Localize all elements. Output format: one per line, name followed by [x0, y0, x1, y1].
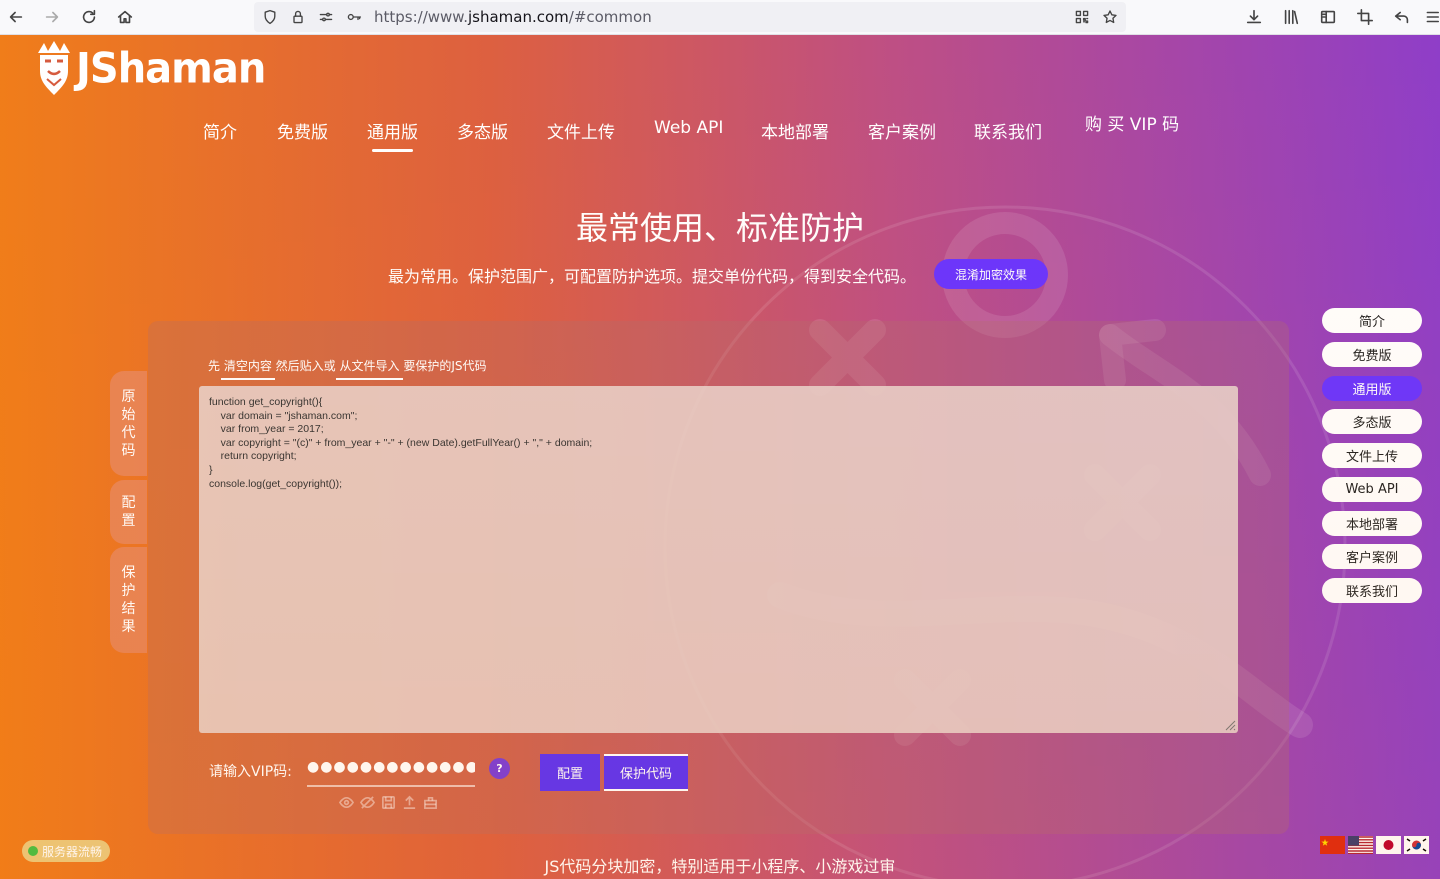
- hide-code-eye-icon[interactable]: [360, 795, 375, 810]
- clear-content-link[interactable]: 清空内容: [224, 359, 272, 373]
- upload-icon[interactable]: [402, 795, 417, 810]
- home-icon[interactable]: [112, 4, 138, 30]
- nav-item-contact[interactable]: 联系我们: [974, 118, 1042, 143]
- qr-code-icon[interactable]: [1072, 7, 1092, 27]
- resize-handle-icon[interactable]: [1224, 719, 1236, 731]
- right-nav-polymorphic[interactable]: 多态版: [1322, 409, 1422, 434]
- footer-tagline: JS代码分块加密，特别适用于小程序、小游戏过审: [544, 857, 896, 876]
- bookmark-star-icon[interactable]: [1100, 7, 1120, 27]
- right-nav-contact[interactable]: 联系我们: [1322, 578, 1422, 603]
- nav-item-web-api[interactable]: Web API: [654, 118, 723, 138]
- vip-code-label: 请输入VIP码:: [209, 764, 292, 780]
- nav-item-buy-vip[interactable]: 购 买 VIP 码: [1085, 110, 1179, 135]
- nav-item-free[interactable]: 免费版: [277, 118, 328, 143]
- tracking-shield-icon[interactable]: [260, 7, 280, 27]
- menu-icon[interactable]: [1422, 4, 1440, 30]
- side-tab-config[interactable]: 配置: [110, 480, 147, 544]
- save-icon[interactable]: [381, 795, 396, 810]
- instruction-text: 要保护的JS代码: [399, 359, 487, 373]
- protect-code-button[interactable]: 保护代码: [604, 754, 688, 791]
- nav-item-local-deploy[interactable]: 本地部署: [761, 118, 829, 143]
- logo-text: JShaman: [76, 44, 266, 94]
- downloads-icon[interactable]: [1241, 4, 1267, 30]
- right-nav-intro[interactable]: 简介: [1322, 308, 1422, 333]
- library-icon[interactable]: [1278, 4, 1304, 30]
- nav-item-common[interactable]: 通用版: [367, 118, 418, 152]
- usa-flag-icon[interactable]: [1348, 836, 1373, 854]
- show-code-eye-icon[interactable]: [339, 795, 354, 810]
- right-nav-file-upload[interactable]: 文件上传: [1322, 443, 1422, 468]
- undo-arrow-icon[interactable]: [1389, 4, 1415, 30]
- jshaman-logo[interactable]: JShaman: [34, 41, 266, 97]
- side-tab-source-label: 原始代码: [121, 388, 136, 459]
- page-content: JShaman 简介 免费版 通用版 多态版 文件上传 Web API 本地部署…: [0, 35, 1440, 879]
- import-file-link[interactable]: 从文件导入: [339, 359, 399, 373]
- right-nav-web-api[interactable]: Web API: [1322, 477, 1422, 502]
- instruction-text: 先: [208, 359, 224, 373]
- shaman-mask-icon: [38, 41, 70, 95]
- back-icon[interactable]: [3, 4, 29, 30]
- right-nav-common[interactable]: 通用版: [1322, 376, 1422, 401]
- key-icon[interactable]: [344, 7, 364, 27]
- browser-toolbar: https://www.jshaman.com/#common: [0, 0, 1440, 35]
- instruction-text: 然后贴入或: [271, 359, 340, 373]
- url-text[interactable]: https://www.jshaman.com/#common: [374, 8, 652, 26]
- lock-icon[interactable]: [288, 7, 308, 27]
- nav-item-file-upload[interactable]: 文件上传: [547, 118, 615, 143]
- main-nav: 简介 免费版 通用版 多态版 文件上传 Web API 本地部署 客户案例 联系…: [0, 115, 1440, 158]
- clear-icon[interactable]: [423, 795, 438, 810]
- right-nav-local-deploy[interactable]: 本地部署: [1322, 511, 1422, 536]
- japan-flag-icon[interactable]: [1376, 836, 1401, 854]
- code-instructions: 先 清空内容 然后贴入或 从文件导入 要保护的JS代码: [208, 357, 486, 374]
- side-tab-source[interactable]: 原始代码: [110, 371, 147, 476]
- forward-icon[interactable]: [39, 4, 65, 30]
- hero-title: 最常使用、标准防护: [575, 209, 864, 247]
- nav-item-intro[interactable]: 简介: [203, 118, 237, 143]
- china-flag-icon[interactable]: [1320, 836, 1345, 854]
- sidebar-icon[interactable]: [1315, 4, 1341, 30]
- hero-subtitle: 最为常用。保护范围广，可配置防护选项。提交单份代码，得到安全代码。: [388, 267, 917, 286]
- reload-icon[interactable]: [76, 4, 102, 30]
- config-button[interactable]: 配置: [540, 754, 600, 791]
- source-code[interactable]: function get_copyright(){ var domain = "…: [209, 396, 1228, 491]
- language-switcher: [1320, 836, 1429, 854]
- vip-code-tools: [339, 795, 438, 810]
- side-tab-config-label: 配置: [121, 495, 136, 529]
- right-nav-free[interactable]: 免费版: [1322, 342, 1422, 367]
- obfuscation-demo-button[interactable]: 混淆加密效果: [934, 259, 1048, 289]
- help-icon[interactable]: ?: [489, 758, 510, 779]
- address-bar[interactable]: https://www.jshaman.com/#common: [254, 2, 1126, 32]
- crop-screenshot-icon[interactable]: [1352, 4, 1378, 30]
- nav-item-polymorphic[interactable]: 多态版: [457, 118, 508, 143]
- vip-code-input[interactable]: ●●●●●●●●●●●●●●●●●●●●●●: [307, 759, 475, 787]
- side-tab-result-label: 保护结果: [121, 565, 136, 635]
- permissions-icon[interactable]: [316, 7, 336, 27]
- nav-item-cases[interactable]: 客户案例: [868, 118, 936, 143]
- source-code-textarea[interactable]: function get_copyright(){ var domain = "…: [199, 386, 1238, 733]
- right-nav-cases[interactable]: 客户案例: [1322, 544, 1422, 569]
- side-tab-result[interactable]: 保护结果: [110, 547, 147, 653]
- korea-flag-icon[interactable]: [1404, 836, 1429, 854]
